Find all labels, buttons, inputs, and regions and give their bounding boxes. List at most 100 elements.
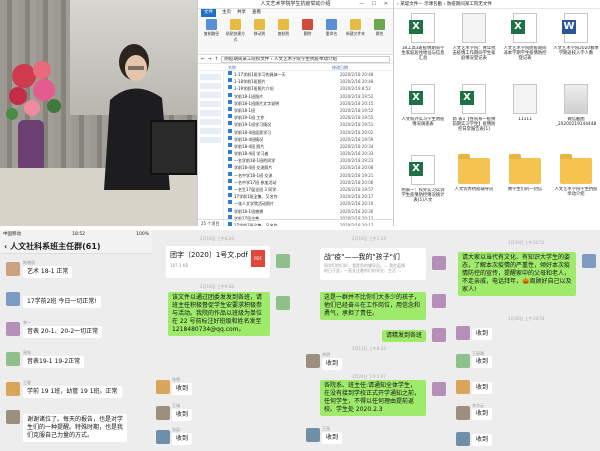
file-row[interactable]: 一名生17届全班 3 同学 2020/2/18 19:57	[198, 186, 393, 193]
message-bubble[interactable]: 收到	[472, 382, 493, 394]
message-bubble[interactable]: 音表19-1 19-2正常	[23, 356, 85, 368]
tab-share[interactable]: 共享	[237, 9, 246, 17]
file-name: 学前18-1班照片	[234, 93, 264, 99]
message-bubble[interactable]: 收到	[472, 434, 493, 446]
address-input[interactable]: 防疫期间某工院校文件 › 人文艺术学院学生抗疫举动介绍	[221, 55, 390, 63]
paste-shortcut-button[interactable]: 粘贴快捷方式	[225, 19, 246, 52]
file-row[interactable]: 一张人文学院活动照片 2020/2/18 20:10	[198, 200, 393, 207]
window-controls[interactable]: — ☐ ✕	[359, 0, 391, 9]
message-bubble[interactable]: 收到	[322, 358, 343, 370]
file-tile[interactable]: 11111	[502, 84, 548, 152]
message-bubble[interactable]: 音表 20-1、20-2一切正常	[23, 326, 103, 338]
rename-button[interactable]: 重命名	[321, 19, 342, 52]
user-avatar[interactable]	[432, 256, 446, 270]
user-avatar[interactable]	[432, 382, 446, 396]
user-avatar[interactable]	[432, 294, 446, 308]
message-bubble[interactable]: 请大家以当代有文化、有知识大学生的姿态，了解本次疫情的严重性，倾好本次疫情防控的…	[458, 252, 576, 296]
message-bubble[interactable]: 学前 19 1班，幼管 19 1班。正常	[23, 386, 122, 398]
user-avatar[interactable]	[6, 322, 20, 336]
file-row[interactable]: 一名中学18-1班 交流 2020/2/18 19:21	[198, 171, 393, 179]
user-avatar[interactable]	[6, 410, 20, 424]
tab-home[interactable]: 主页	[222, 9, 231, 17]
file-row[interactable]: 学前18-4班 学习者 2020/2/18 20:33	[198, 150, 393, 157]
tab-file[interactable]: 文件	[201, 9, 216, 17]
file-row[interactable]: 学前18-4班 照片 2020/2/18 20:34	[198, 142, 393, 150]
message-bubble[interactable]: 收到	[322, 432, 343, 444]
file-tile[interactable]: X 人文艺术学院防疫期间非本学期学生疫情防控登记表	[502, 13, 548, 81]
message-bubble[interactable]: 各院系、班主任:请通知全体学生，在没有接到学校正式开学通知之前，任何学生，不得以…	[320, 380, 426, 416]
user-avatar[interactable]	[6, 292, 20, 306]
properties-button[interactable]: 属性	[369, 19, 390, 52]
up-arrow-icon[interactable]: ↑	[215, 57, 219, 62]
pdf-file-card[interactable]: 团字〔2020〕1号文.pdf 187.1 KB PDF	[166, 246, 270, 278]
column-date[interactable]: 修改日期	[332, 64, 348, 70]
file-row[interactable]: 一名中学17班 参加活动 2020/2/18 20:06	[198, 178, 393, 186]
message-bubble[interactable]: 收到	[172, 433, 193, 445]
file-tile[interactable]: W 人文艺术学院2020春季学期返校入学人数	[553, 13, 599, 81]
back-arrow-icon[interactable]: ←	[201, 57, 205, 62]
copy-path-button[interactable]: 复制路径	[201, 19, 222, 52]
user-avatar[interactable]	[6, 382, 20, 396]
user-avatar[interactable]	[156, 430, 170, 444]
file-row[interactable]: 一名学前18-1班的同学 2020/2/18 19:23	[198, 157, 393, 164]
message-bubble[interactable]: 艺术 18-1 正常	[23, 266, 73, 278]
file-row[interactable]: 学前18-1班照片文字说明 2020/2/18 20:15	[198, 99, 393, 107]
message-bubble[interactable]: 请精发到各班	[381, 330, 426, 342]
message-bubble[interactable]: 收到	[472, 328, 493, 340]
message-bubble[interactable]: 收到	[172, 409, 193, 421]
column-name[interactable]: 名称	[228, 64, 332, 70]
file-tile[interactable]: 人文艺术学院：青年抗击疫情工作期间学生家庭情况登记表	[451, 13, 497, 81]
file-tile[interactable]: 人文优秀抗疫辅导员	[451, 154, 497, 223]
file-row[interactable]: 17学前1班全集、又名作 2020/2/18 20:17	[198, 193, 393, 200]
file-tile[interactable]: 微信截图_20200219144448	[553, 84, 599, 152]
article-link-card[interactable]: 战"疫"——我的"孩子"们 同学们你们好，我是您的辅导员。... 我在疫情的日子里…	[320, 248, 426, 280]
file-row[interactable]: 学前18-4班居家学习 2020/2/18 20:02	[198, 128, 393, 136]
user-avatar[interactable]	[6, 352, 20, 366]
user-avatar[interactable]	[306, 428, 320, 442]
user-avatar[interactable]	[306, 354, 320, 368]
file-tile[interactable]: X 人文校外实习学生防疫情况调查表	[400, 84, 446, 152]
file-row[interactable]: 学前18-1班 2020/2/18 19:52	[198, 106, 393, 114]
copy-to-button[interactable]: 复制到	[273, 19, 294, 52]
user-avatar[interactable]	[456, 326, 470, 340]
user-avatar[interactable]	[276, 296, 290, 310]
file-row[interactable]: 学前19-1班学习情况 2020/2/18 19:51	[198, 121, 393, 128]
message-bubble[interactable]: 收到	[172, 383, 193, 395]
file-tile[interactable]: 致学生们的一封信	[502, 154, 548, 223]
message-bubble[interactable]: 谢谢诸位了。每天的报告，也是对学生们的一种提醒。特殊时期，也是我们克服自己力量的…	[23, 414, 127, 442]
forward-arrow-icon[interactable]: →	[208, 57, 212, 62]
file-row[interactable]: 学前18-1班照片 2020/2/18 19:52	[198, 92, 393, 100]
file-row[interactable]: 1-19学前1班照片介绍 2020/2/19 8:52	[198, 85, 393, 92]
delete-button[interactable]: 删除	[297, 19, 318, 52]
file-row[interactable]: 学前18-4班 交流照片 2020/2/18 20:08	[198, 164, 393, 171]
user-avatar[interactable]	[456, 380, 470, 394]
user-avatar[interactable]	[6, 262, 20, 276]
message-bubble[interactable]: 这是一群并不比你们大多少的孩子，他们已经奋斗在工作岗位，用信念和勇气，承担了责任…	[320, 292, 426, 320]
tab-view[interactable]: 查看	[252, 9, 261, 17]
user-avatar[interactable]	[456, 432, 470, 446]
file-row[interactable]: 学前19-1班 工作 2020/2/18 19:55	[198, 114, 393, 121]
user-avatar[interactable]	[432, 328, 446, 342]
file-tile[interactable]: X 附表一：校外实习实训学生疫情防控情况统计表(1)人文	[400, 155, 446, 223]
file-row[interactable]: 1-18学前1班照片 2020/2/18 20:48	[198, 78, 393, 85]
file-row[interactable]: 学前18-1班感想 2020/2/18 20:30	[198, 207, 393, 215]
excel-file-icon: X	[409, 13, 435, 43]
message-bubble[interactable]: 17学前2班 今日一切正常!	[23, 296, 101, 308]
file-row[interactable]: 学前18-4班情况 2020/2/18 19:59	[198, 135, 393, 143]
move-to-button[interactable]: 移动到	[249, 19, 270, 52]
user-avatar[interactable]	[456, 354, 470, 368]
user-avatar[interactable]	[276, 254, 290, 268]
message-bubble[interactable]: 该文件以通过团委发发到各班，请班主任积极督促学生安要求积极参与活动。我院的作品以…	[168, 292, 270, 336]
file-tile[interactable]: X 18工高3班疫情期间学生家庭居住地址与信息汇总	[400, 13, 446, 81]
message-bubble[interactable]: 收到	[472, 408, 493, 420]
file-row[interactable]: 1-17学前1班学习的具体一天 2020/2/18 20:48	[198, 71, 393, 78]
file-tile[interactable]: 人文艺术学院学生抗疫举动介绍	[553, 154, 599, 223]
new-folder-button[interactable]: 新建文件夹	[345, 19, 366, 52]
user-avatar[interactable]	[156, 406, 170, 420]
user-avatar[interactable]	[156, 380, 170, 394]
file-tile[interactable]: X 新 表1【各院系—疫情前期实习学生】疫情防控日常报告表[1]	[451, 84, 497, 152]
user-avatar[interactable]	[456, 406, 470, 420]
user-avatar[interactable]	[582, 254, 596, 268]
message-bubble[interactable]: 收到	[472, 356, 493, 368]
icon-view-address[interactable]: › 某堤文件— 示课包勤 › 防疫期间某工院无文件	[394, 0, 600, 9]
